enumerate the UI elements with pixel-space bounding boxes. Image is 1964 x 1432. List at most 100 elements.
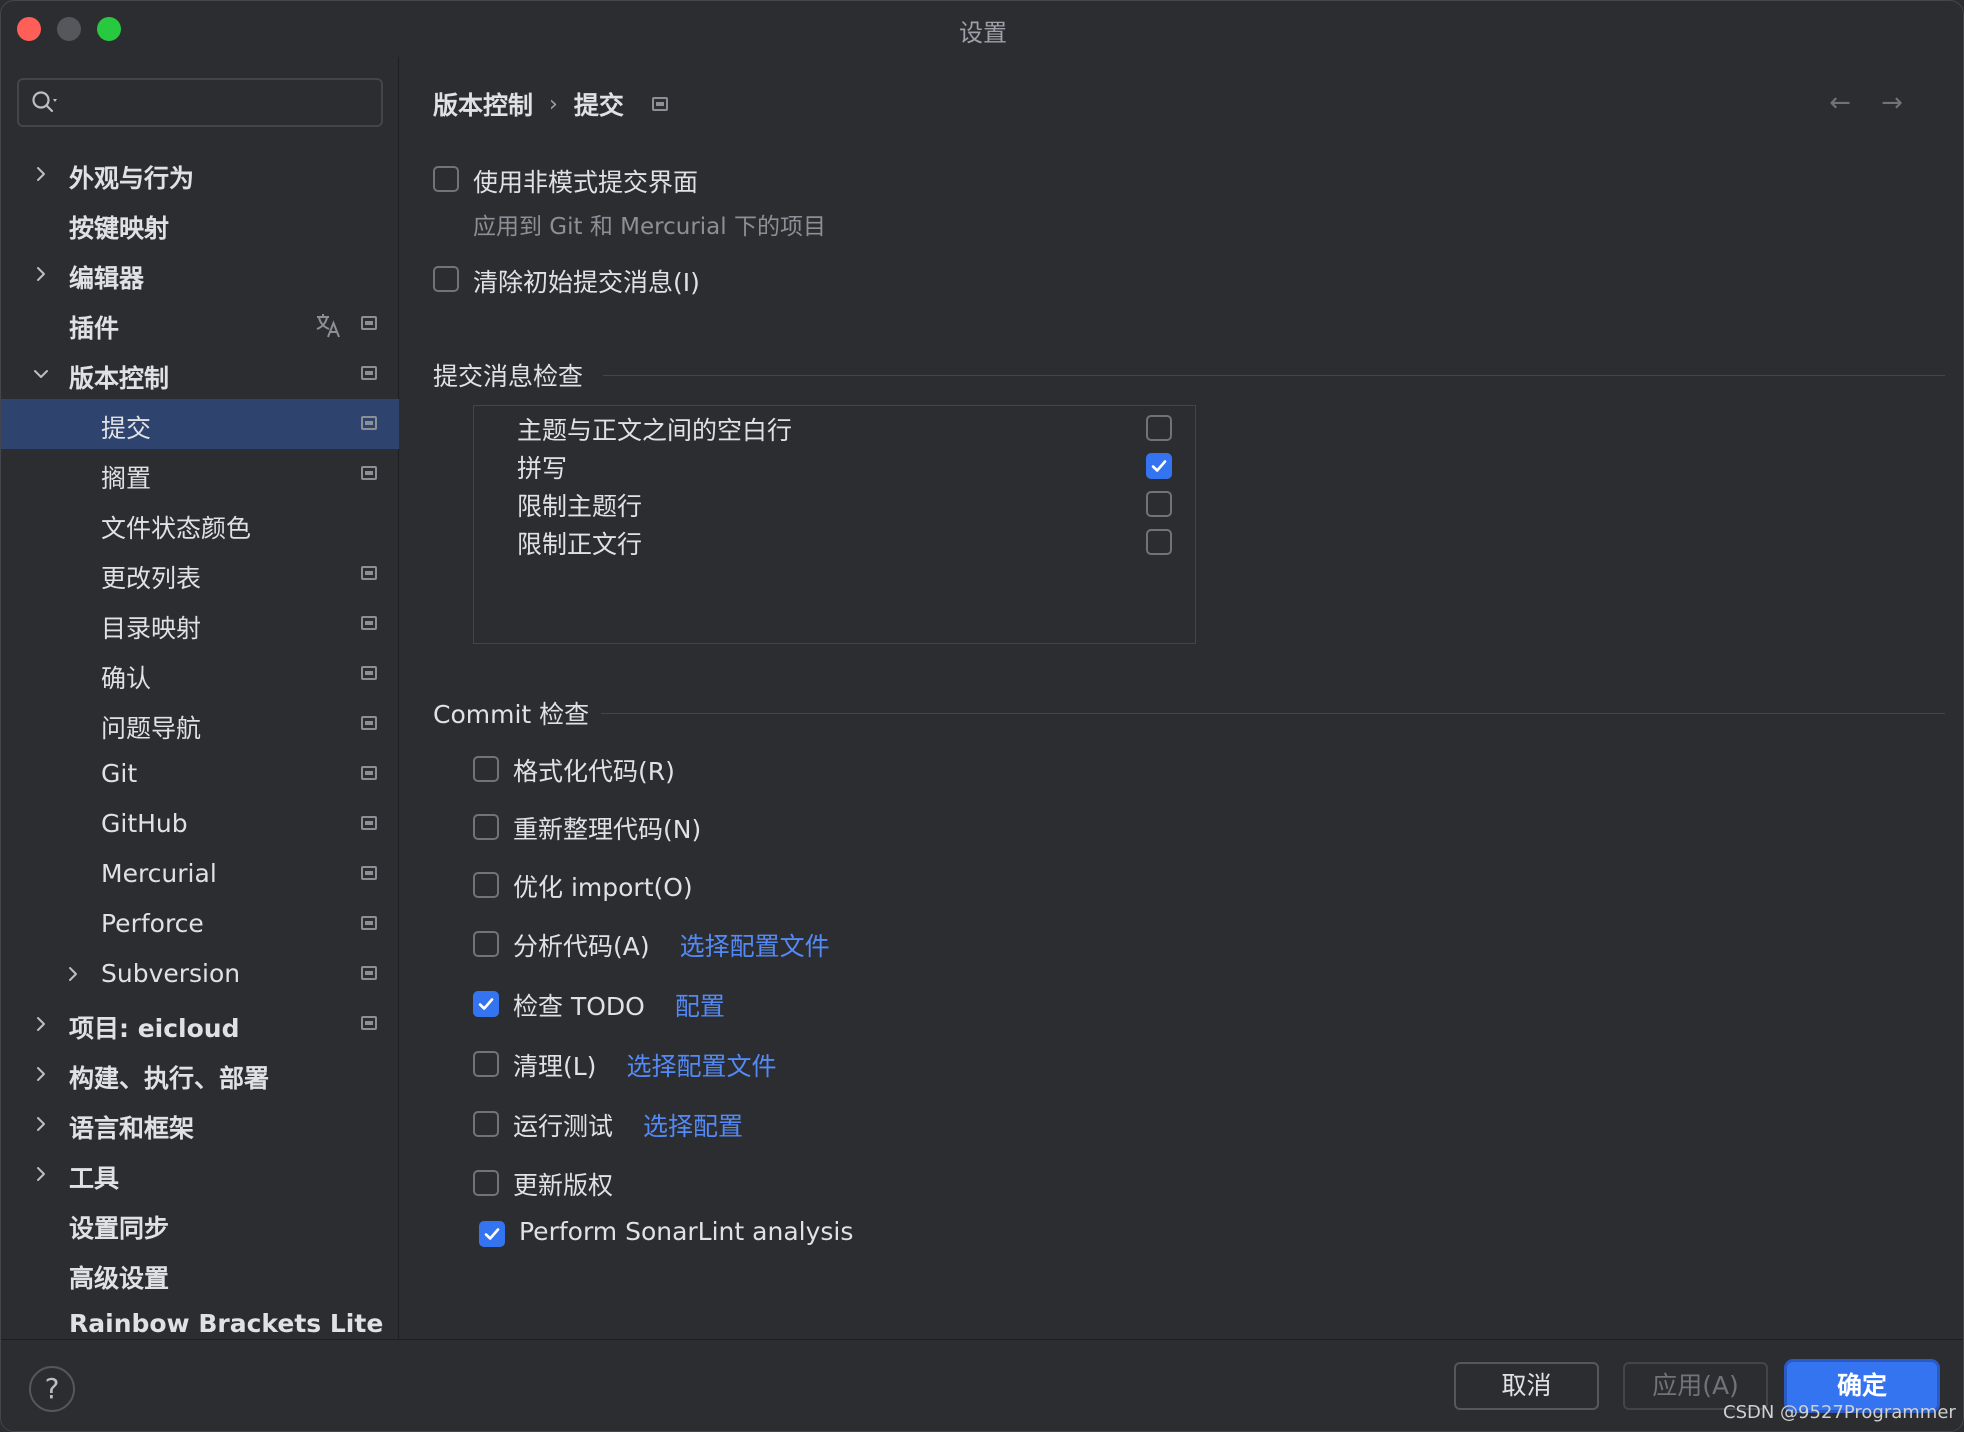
breadcrumb-parent[interactable]: 版本控制	[433, 86, 533, 122]
commit-check-checkbox[interactable]	[473, 1051, 499, 1077]
sidebar-item[interactable]: GitHub	[1, 799, 399, 849]
commit-check-label[interactable]: 重新整理代码(N)	[513, 810, 701, 846]
project-scope-icon	[361, 966, 377, 980]
chevron-right-icon[interactable]	[29, 1112, 53, 1136]
commit-check-label[interactable]: 运行测试	[513, 1107, 613, 1143]
sidebar-item-label: 更改列表	[101, 564, 202, 593]
sidebar-item-label: 搁置	[101, 464, 152, 493]
section-divider	[601, 713, 1945, 714]
non-modal-commit-hint: 应用到 Git 和 Mercurial 下的项目	[473, 214, 826, 240]
commit-check-label[interactable]: 清理(L)	[513, 1047, 596, 1083]
chevron-right-icon[interactable]	[29, 1062, 53, 1086]
project-scope-icon	[361, 666, 377, 680]
clear-initial-message-checkbox[interactable]	[433, 266, 459, 292]
project-scope-icon	[361, 766, 377, 780]
sidebar-item[interactable]: Perforce	[1, 899, 399, 949]
sidebar-item-label: 构建、执行、部署	[69, 1064, 270, 1093]
sidebar-item[interactable]: Git	[1, 749, 399, 799]
sidebar-item[interactable]: 更改列表	[1, 549, 399, 599]
forward-arrow-icon[interactable]: →	[1877, 90, 1907, 116]
chevron-right-icon[interactable]	[61, 962, 85, 986]
sidebar-item[interactable]: 提交	[1, 399, 399, 449]
commit-check-config-link[interactable]: 选择配置文件	[680, 927, 830, 963]
sidebar-item[interactable]: 语言和框架	[1, 1099, 399, 1149]
sidebar-item-label: 版本控制	[69, 364, 170, 393]
sidebar-item[interactable]: 版本控制	[1, 349, 399, 399]
sidebar-item-label: 设置同步	[69, 1214, 170, 1243]
sidebar-item[interactable]: 按键映射	[1, 199, 399, 249]
commit-check-checkbox[interactable]	[473, 931, 499, 957]
commit-check-checkbox[interactable]	[473, 991, 499, 1017]
sidebar-item[interactable]: 编辑器	[1, 249, 399, 299]
sidebar-item[interactable]: 插件	[1, 299, 399, 349]
project-scope-icon	[361, 366, 377, 380]
sidebar-item-label: 插件	[69, 314, 120, 343]
chevron-right-icon[interactable]	[29, 262, 53, 286]
sidebar-item[interactable]: 目录映射	[1, 599, 399, 649]
sidebar-item-label: 文件状态颜色	[101, 514, 252, 543]
commit-check-label[interactable]: 优化 import(O)	[513, 868, 693, 904]
search-icon	[32, 91, 57, 113]
chevron-right-icon[interactable]	[29, 1162, 53, 1186]
sidebar-item-label: Subversion	[101, 959, 241, 988]
commit-check-config-link[interactable]: 配置	[675, 987, 725, 1023]
sidebar-item-label: Rainbow Brackets Lite	[69, 1309, 384, 1338]
settings-sidebar: 外观与行为 按键映射 编辑器插件版本控制提交搁置文件状态颜色 更改列表目录映射确认问题…	[1, 57, 399, 1339]
project-scope-icon	[361, 316, 377, 330]
commit-check-checkbox[interactable]	[473, 756, 499, 782]
commit-check-config-link[interactable]: 选择配置文件	[626, 1047, 776, 1083]
commit-check-label[interactable]: 格式化代码(R)	[513, 752, 675, 788]
clear-initial-message-label[interactable]: 清除初始提交消息(I)	[473, 263, 700, 299]
sidebar-item-label: GitHub	[101, 809, 188, 838]
dialog-footer: ? 取消 应用(A) 确定 CSDN @9527Programmer	[1, 1339, 1963, 1431]
message-inspection-checkbox[interactable]	[1146, 529, 1172, 555]
chevron-right-icon[interactable]	[29, 162, 53, 186]
commit-check-label[interactable]: 检查 TODO	[513, 987, 645, 1023]
commit-check-label[interactable]: Perform SonarLint analysis	[519, 1217, 853, 1246]
commit-check-config-link[interactable]: 选择配置	[643, 1107, 743, 1143]
project-scope-icon	[361, 816, 377, 830]
sidebar-item[interactable]: 工具	[1, 1149, 399, 1199]
project-scope-icon	[361, 716, 377, 730]
non-modal-commit-checkbox[interactable]	[433, 166, 459, 192]
chevron-down-icon[interactable]	[29, 362, 53, 386]
sidebar-item[interactable]: 确认	[1, 649, 399, 699]
sidebar-item[interactable]: Mercurial	[1, 849, 399, 899]
window-title: 设置	[959, 19, 1007, 47]
settings-window: 设置 外观与行为 按键映射 编辑器 插件 版本控制 提交 搁置 文件状态颜色 更改列表 目录映射确…	[0, 0, 1964, 1432]
message-inspection-checkbox[interactable]	[1146, 491, 1172, 517]
commit-check-checkbox[interactable]	[479, 1221, 505, 1247]
commit-check-checkbox[interactable]	[473, 872, 499, 898]
message-inspection-checkbox[interactable]	[1146, 415, 1172, 441]
commit-check-label[interactable]: 分析代码(A)	[513, 927, 650, 963]
sidebar-item-label: 目录映射	[101, 614, 202, 643]
message-inspection-checkbox[interactable]	[1146, 453, 1172, 479]
commit-check-checkbox[interactable]	[473, 1111, 499, 1137]
help-button[interactable]: ?	[29, 1366, 75, 1412]
sidebar-item[interactable]: 文件状态颜色	[1, 499, 399, 549]
sidebar-item[interactable]: 外观与行为	[1, 149, 399, 199]
sidebar-item-label: 高级设置	[69, 1264, 170, 1293]
title-bar: 设置	[1, 1, 1963, 57]
sidebar-item[interactable]: 问题导航	[1, 699, 399, 749]
commit-check-checkbox[interactable]	[473, 814, 499, 840]
sidebar-item-label: 提交	[101, 414, 152, 443]
commit-check-checkbox[interactable]	[473, 1170, 499, 1196]
back-arrow-icon[interactable]: ←	[1825, 90, 1855, 116]
cancel-button[interactable]: 取消	[1454, 1362, 1599, 1410]
settings-search-input[interactable]	[17, 78, 383, 127]
sidebar-item-label: 工具	[69, 1164, 120, 1193]
chevron-right-icon[interactable]	[29, 1012, 53, 1036]
sidebar-item-label: 项目: eicloud	[69, 1014, 240, 1043]
sidebar-item-label: 问题导航	[101, 714, 202, 743]
non-modal-commit-label[interactable]: 使用非模式提交界面	[473, 163, 698, 199]
commit-check-label[interactable]: 更新版权	[513, 1166, 613, 1202]
sidebar-item[interactable]: 构建、执行、部署	[1, 1049, 399, 1099]
project-scope-icon	[361, 566, 377, 580]
sidebar-item[interactable]: 高级设置	[1, 1249, 399, 1299]
sidebar-item[interactable]: 设置同步	[1, 1199, 399, 1249]
sidebar-item[interactable]: 项目: eicloud	[1, 999, 399, 1049]
sidebar-item[interactable]: 搁置	[1, 449, 399, 499]
message-inspection-label: 限制正文行	[517, 530, 643, 559]
sidebar-item[interactable]: Subversion	[1, 949, 399, 999]
